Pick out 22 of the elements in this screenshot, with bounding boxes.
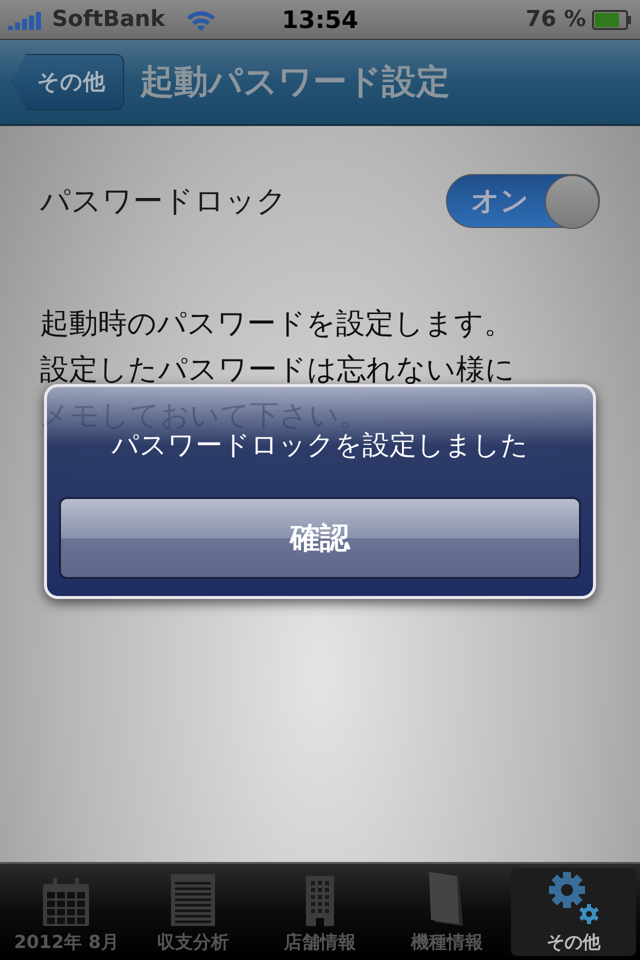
back-button[interactable]: その他 [12, 54, 124, 110]
setting-label: パスワードロック [40, 182, 287, 220]
clock-time: 13:54 [282, 6, 358, 34]
signal-icon [8, 10, 44, 30]
tab-item[interactable]: 店舗情報 [258, 868, 382, 956]
battery-icon [592, 10, 632, 30]
tab-item[interactable]: 機種情報 [384, 868, 510, 956]
battery-percent: 76 % [526, 7, 586, 32]
alert-message: パスワードロックを設定しました [112, 430, 528, 463]
building-icon [306, 876, 334, 926]
description-text: 設定したパスワードは忘れない様に [40, 351, 516, 388]
toggle-switch[interactable]: オン [446, 174, 600, 228]
tab-item[interactable]: 収支分析 [130, 868, 256, 956]
page-title: 起動パスワード設定 [140, 61, 450, 104]
description-text: 起動時のパスワードを設定します。 [40, 305, 514, 342]
tab-item[interactable]: 2012年 8月 [4, 868, 129, 956]
carrier-name: SoftBank [52, 7, 165, 32]
book-icon [428, 872, 465, 926]
calendar-icon [43, 876, 90, 926]
tab-item[interactable]: その他 [511, 868, 636, 956]
confirm-button[interactable]: 確認 [59, 497, 581, 579]
gears-icon [546, 870, 601, 926]
